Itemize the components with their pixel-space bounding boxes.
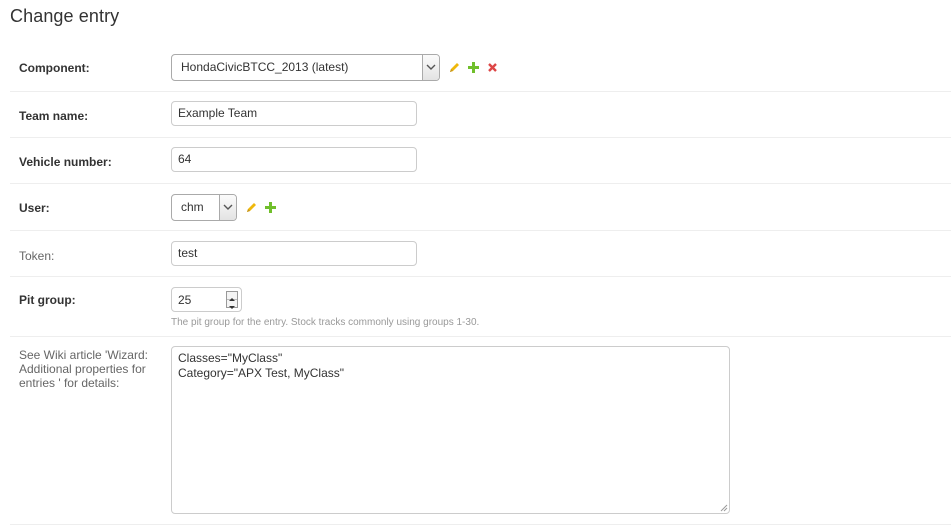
component-related-links: [448, 61, 499, 74]
user-label: User:: [19, 201, 50, 215]
resize-grip-icon[interactable]: [720, 504, 728, 512]
page-title: Change entry: [10, 6, 120, 26]
row-pit-group: Pit group: 25 The pit group for the entr…: [10, 277, 951, 337]
pit-group-number-input[interactable]: 25: [171, 287, 242, 312]
pit-group-spinner[interactable]: [226, 291, 238, 309]
team-name-label: Team name:: [19, 109, 89, 123]
team-name-input[interactable]: Example Team: [171, 101, 417, 126]
pit-group-value: 25: [178, 293, 192, 307]
row-vehicle-number: Vehicle number: 64: [10, 138, 951, 184]
component-label: Component:: [19, 61, 90, 75]
component-select[interactable]: HondaCivicBTCC_2013 (latest): [171, 54, 440, 81]
user-selected-value: chm: [181, 200, 204, 214]
change-component-pencil-icon[interactable]: [448, 61, 461, 74]
add-component-plus-icon[interactable]: [467, 61, 480, 74]
additional-properties-label: See Wiki article 'Wizard: Additional pro…: [19, 348, 148, 390]
user-related-links: [245, 201, 277, 214]
row-token: Token: test: [10, 231, 951, 277]
pit-group-help-text: The pit group for the entry. Stock track…: [171, 317, 480, 328]
entry-form: Component: HondaCivicBTCC_2013 (latest): [10, 46, 951, 525]
spinner-down-arrow-icon[interactable]: [227, 300, 237, 309]
token-label: Token:: [19, 249, 55, 263]
component-selected-value: HondaCivicBTCC_2013 (latest): [181, 60, 349, 74]
row-team-name: Team name: Example Team: [10, 92, 951, 138]
chevron-down-icon: [223, 204, 233, 210]
row-user: User: chm: [10, 184, 951, 231]
user-select[interactable]: chm: [171, 194, 237, 221]
row-additional-properties: See Wiki article 'Wizard: Additional pro…: [10, 337, 951, 525]
row-component: Component: HondaCivicBTCC_2013 (latest): [10, 46, 951, 92]
spinner-up-arrow-icon[interactable]: [227, 292, 237, 301]
user-dropdown-button[interactable]: [219, 195, 236, 220]
change-entry-page: Change entry Component: HondaCivicBTCC_2…: [0, 0, 951, 529]
chevron-down-icon: [426, 64, 436, 70]
change-user-pencil-icon[interactable]: [245, 201, 258, 214]
vehicle-number-label: Vehicle number:: [19, 155, 112, 169]
vehicle-number-input[interactable]: 64: [171, 147, 417, 172]
pit-group-label: Pit group:: [19, 293, 76, 307]
add-user-plus-icon[interactable]: [264, 201, 277, 214]
token-input[interactable]: test: [171, 241, 417, 266]
additional-properties-textarea[interactable]: Classes="MyClass" Category="APX Test, My…: [171, 346, 730, 514]
delete-component-x-icon[interactable]: [486, 61, 499, 74]
component-dropdown-button[interactable]: [422, 55, 439, 80]
